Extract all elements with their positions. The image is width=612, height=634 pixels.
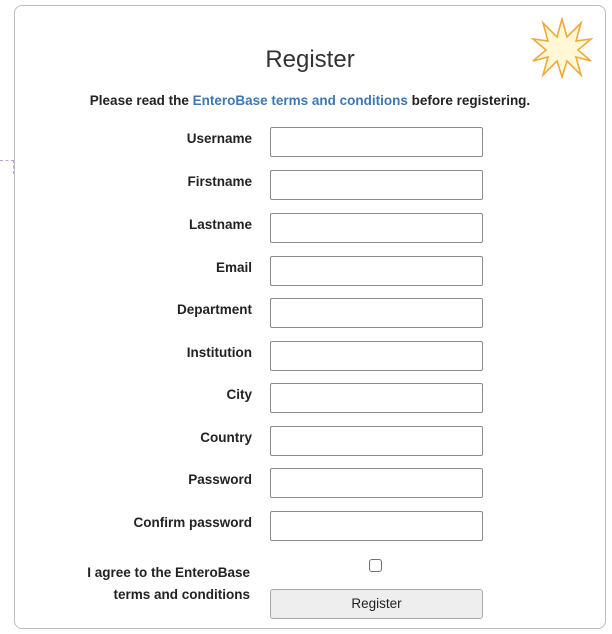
register-dialog: Register Please read the EnteroBase term…	[14, 5, 606, 629]
city-row: City	[15, 383, 607, 413]
country-input[interactable]	[270, 426, 483, 456]
department-label: Department	[176, 302, 252, 317]
username-input[interactable]	[270, 127, 483, 157]
password-input[interactable]	[270, 468, 483, 498]
institution-row: Institution	[15, 341, 607, 371]
firstname-input[interactable]	[270, 170, 483, 200]
agree-label-line2: terms and conditions	[113, 587, 250, 602]
notice-prefix: Please read the	[89, 93, 193, 108]
agree-label-line1: I agree to the EnteroBase	[87, 565, 250, 580]
terms-notice: Please read the EnteroBase terms and con…	[15, 93, 605, 108]
country-label: Country	[200, 430, 252, 445]
agree-label: I agree to the EnteroBase terms and cond…	[87, 562, 250, 606]
confirm-password-input[interactable]	[270, 511, 483, 541]
email-input[interactable]	[270, 256, 483, 286]
city-label: City	[226, 387, 252, 402]
email-label: Email	[215, 260, 252, 275]
page: Register Please read the EnteroBase term…	[0, 0, 612, 634]
email-row: Email	[15, 256, 607, 286]
starburst-icon	[531, 17, 593, 79]
guide-line	[0, 160, 14, 162]
register-button[interactable]: Register	[270, 589, 483, 619]
confirm-password-label: Confirm password	[133, 515, 252, 530]
lastname-input[interactable]	[270, 213, 483, 243]
country-row: Country	[15, 426, 607, 456]
firstname-label: Firstname	[187, 174, 252, 189]
agree-checkbox[interactable]	[369, 559, 382, 572]
department-row: Department	[15, 298, 607, 328]
institution-input[interactable]	[270, 341, 483, 371]
terms-link[interactable]: EnteroBase terms and conditions	[193, 93, 408, 108]
lastname-row: Lastname	[15, 213, 607, 243]
city-input[interactable]	[270, 383, 483, 413]
username-label: Username	[186, 131, 252, 146]
password-label: Password	[188, 472, 252, 487]
confirm-password-row: Confirm password	[15, 511, 607, 541]
department-input[interactable]	[270, 298, 483, 328]
firstname-row: Firstname	[15, 170, 607, 200]
password-row: Password	[15, 468, 607, 498]
institution-label: Institution	[186, 345, 252, 360]
dialog-title: Register	[265, 46, 355, 73]
username-row: Username	[15, 127, 607, 157]
lastname-label: Lastname	[188, 217, 252, 232]
notice-suffix: before registering.	[407, 93, 531, 108]
